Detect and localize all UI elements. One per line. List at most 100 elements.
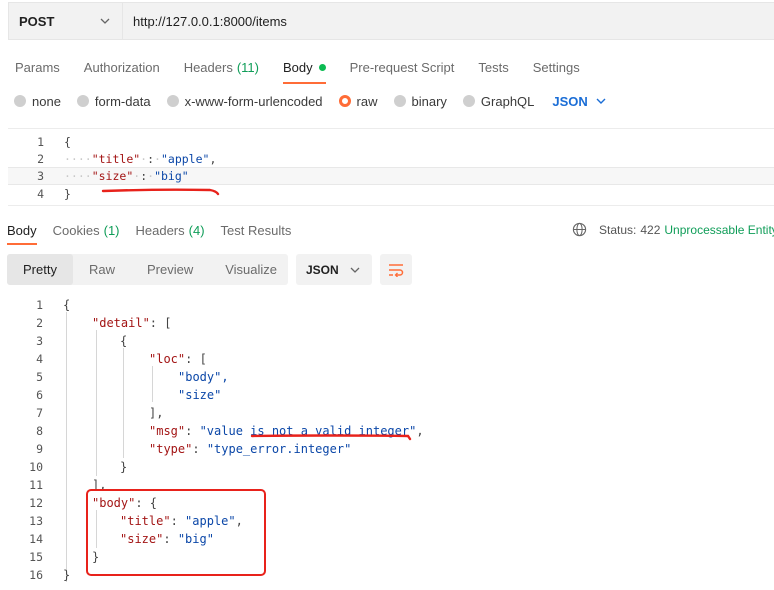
radio-circle-selected	[338, 95, 351, 107]
line-number: 4	[37, 187, 44, 201]
chevron-down-icon	[100, 18, 110, 24]
code-text: {	[63, 298, 71, 312]
body-type-options: none form-data x-www-form-urlencoded raw…	[14, 91, 606, 111]
wrap-lines-icon	[389, 263, 404, 277]
view-pretty-button[interactable]: Pretty	[7, 254, 73, 285]
code-line: 5 "body",	[0, 368, 774, 386]
code-line: 7],	[0, 404, 774, 422]
code-line-active: 3 ····"size"·:·"big"	[8, 167, 774, 185]
code-line: 6 "size"	[0, 386, 774, 404]
radio-none[interactable]: none	[14, 94, 61, 109]
tab-pre-request-script[interactable]: Pre-request Script	[350, 53, 455, 81]
radio-circle	[393, 95, 406, 107]
line-number: 5	[36, 370, 43, 384]
tab-response-cookies[interactable]: Cookies (1)	[53, 219, 120, 241]
line-number: 6	[36, 388, 43, 402]
method-select[interactable]: POST	[8, 2, 122, 40]
code-line: 1{	[0, 296, 774, 314]
line-number: 1	[36, 298, 43, 312]
line-number: 3	[36, 334, 43, 348]
code-text: ],	[149, 406, 164, 420]
annotation-underline	[250, 434, 412, 441]
code-line: 2 "detail": [	[0, 314, 774, 332]
radio-raw[interactable]: raw	[338, 94, 378, 109]
wrap-lines-button[interactable]	[380, 254, 412, 285]
tab-response-body[interactable]: Body	[7, 219, 37, 245]
code-text: "detail": [	[92, 316, 172, 330]
globe-icon[interactable]	[572, 222, 587, 237]
line-number: 7	[36, 406, 43, 420]
tab-tests[interactable]: Tests	[478, 53, 508, 81]
code-text: }	[64, 187, 71, 201]
view-mode-selector: Pretty Raw Preview Visualize	[7, 254, 288, 285]
code-text: }	[120, 460, 128, 474]
line-number: 2	[36, 316, 43, 330]
tab-test-results[interactable]: Test Results	[221, 219, 292, 241]
code-text: {	[120, 334, 128, 348]
url-input[interactable]: http://127.0.0.1:8000/items	[122, 2, 774, 40]
radio-graphql[interactable]: GraphQL	[462, 94, 534, 109]
status-label: Status:	[599, 222, 637, 237]
line-number: 15	[29, 550, 43, 564]
line-number: 16	[29, 568, 43, 582]
chevron-down-icon	[596, 98, 606, 104]
cookies-count: (1)	[103, 222, 120, 238]
radio-binary[interactable]: binary	[393, 94, 447, 109]
code-line: 2 ····"title"·:·"apple",	[8, 150, 774, 168]
tab-headers[interactable]: Headers (11)	[184, 53, 259, 81]
tab-params[interactable]: Params	[15, 53, 60, 81]
tab-settings[interactable]: Settings	[533, 53, 580, 81]
code-line: 1 {	[8, 133, 774, 151]
annotation-box	[86, 489, 266, 576]
radio-circle	[166, 95, 179, 107]
response-tabs: Body Cookies (1) Headers (4) Test Results	[7, 219, 307, 245]
code-text: "body",	[178, 370, 229, 384]
radio-x-www-form-urlencoded[interactable]: x-www-form-urlencoded	[166, 94, 323, 109]
tab-response-headers[interactable]: Headers (4)	[136, 219, 205, 241]
annotation-underline	[101, 188, 220, 196]
line-number: 3	[37, 169, 44, 183]
code-text: "type": "type_error.integer"	[149, 442, 352, 456]
status-text[interactable]: Unprocessable Entity	[664, 223, 774, 237]
line-number: 2	[37, 152, 44, 166]
body-indicator-dot	[318, 63, 326, 71]
line-number: 4	[36, 352, 43, 366]
response-headers-count: (4)	[188, 222, 205, 238]
line-number: 13	[29, 514, 43, 528]
chevron-down-icon	[350, 267, 360, 273]
radio-form-data[interactable]: form-data	[76, 94, 151, 109]
response-status: Status: 422 Unprocessable Entity	[572, 222, 774, 237]
code-text: }	[63, 568, 71, 582]
code-text: ····"title"·:·"apple",	[64, 152, 217, 166]
status-code: 422	[640, 222, 661, 237]
tab-authorization[interactable]: Authorization	[84, 53, 160, 81]
code-text: {	[64, 135, 71, 149]
view-raw-button[interactable]: Raw	[73, 254, 131, 285]
code-line: 3{	[0, 332, 774, 350]
line-number: 1	[37, 135, 44, 149]
tab-body[interactable]: Body	[282, 53, 326, 84]
code-line: 4 "loc": [	[0, 350, 774, 368]
response-format-select[interactable]: JSON	[296, 254, 372, 285]
url-text: http://127.0.0.1:8000/items	[133, 13, 287, 29]
view-visualize-button[interactable]: Visualize	[209, 254, 293, 285]
line-number: 9	[36, 442, 43, 456]
code-text: "size"	[178, 388, 222, 402]
line-number: 11	[29, 478, 43, 492]
method-label: POST	[19, 13, 55, 29]
line-number: 8	[36, 424, 43, 438]
code-text: ····"size"·:·"big"	[64, 169, 189, 183]
radio-circle	[76, 95, 89, 107]
code-line: 10}	[0, 458, 774, 476]
code-text: "loc": [	[149, 352, 207, 366]
line-number: 14	[29, 532, 43, 546]
request-tabs: Params Authorization Headers (11) Body Pr…	[15, 53, 604, 84]
request-bar: POST http://127.0.0.1:8000/items	[8, 2, 774, 42]
radio-circle	[14, 95, 26, 107]
view-preview-button[interactable]: Preview	[131, 254, 209, 285]
line-number: 10	[29, 460, 43, 474]
radio-circle	[462, 95, 475, 107]
body-format-select[interactable]: JSON	[552, 94, 606, 109]
headers-count: (11)	[236, 59, 259, 75]
line-number: 12	[29, 496, 43, 510]
